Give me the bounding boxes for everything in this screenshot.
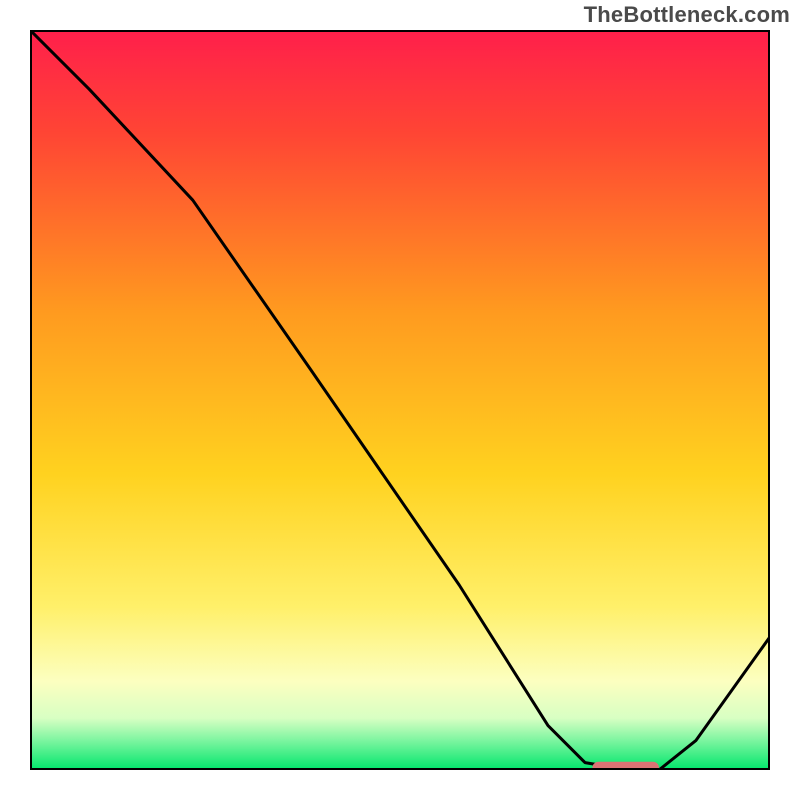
chart-container: TheBottleneck.com	[0, 0, 800, 800]
plot-svg	[30, 30, 770, 770]
gradient-background	[30, 30, 770, 770]
watermark-text: TheBottleneck.com	[584, 2, 790, 28]
plot-area	[30, 30, 770, 770]
